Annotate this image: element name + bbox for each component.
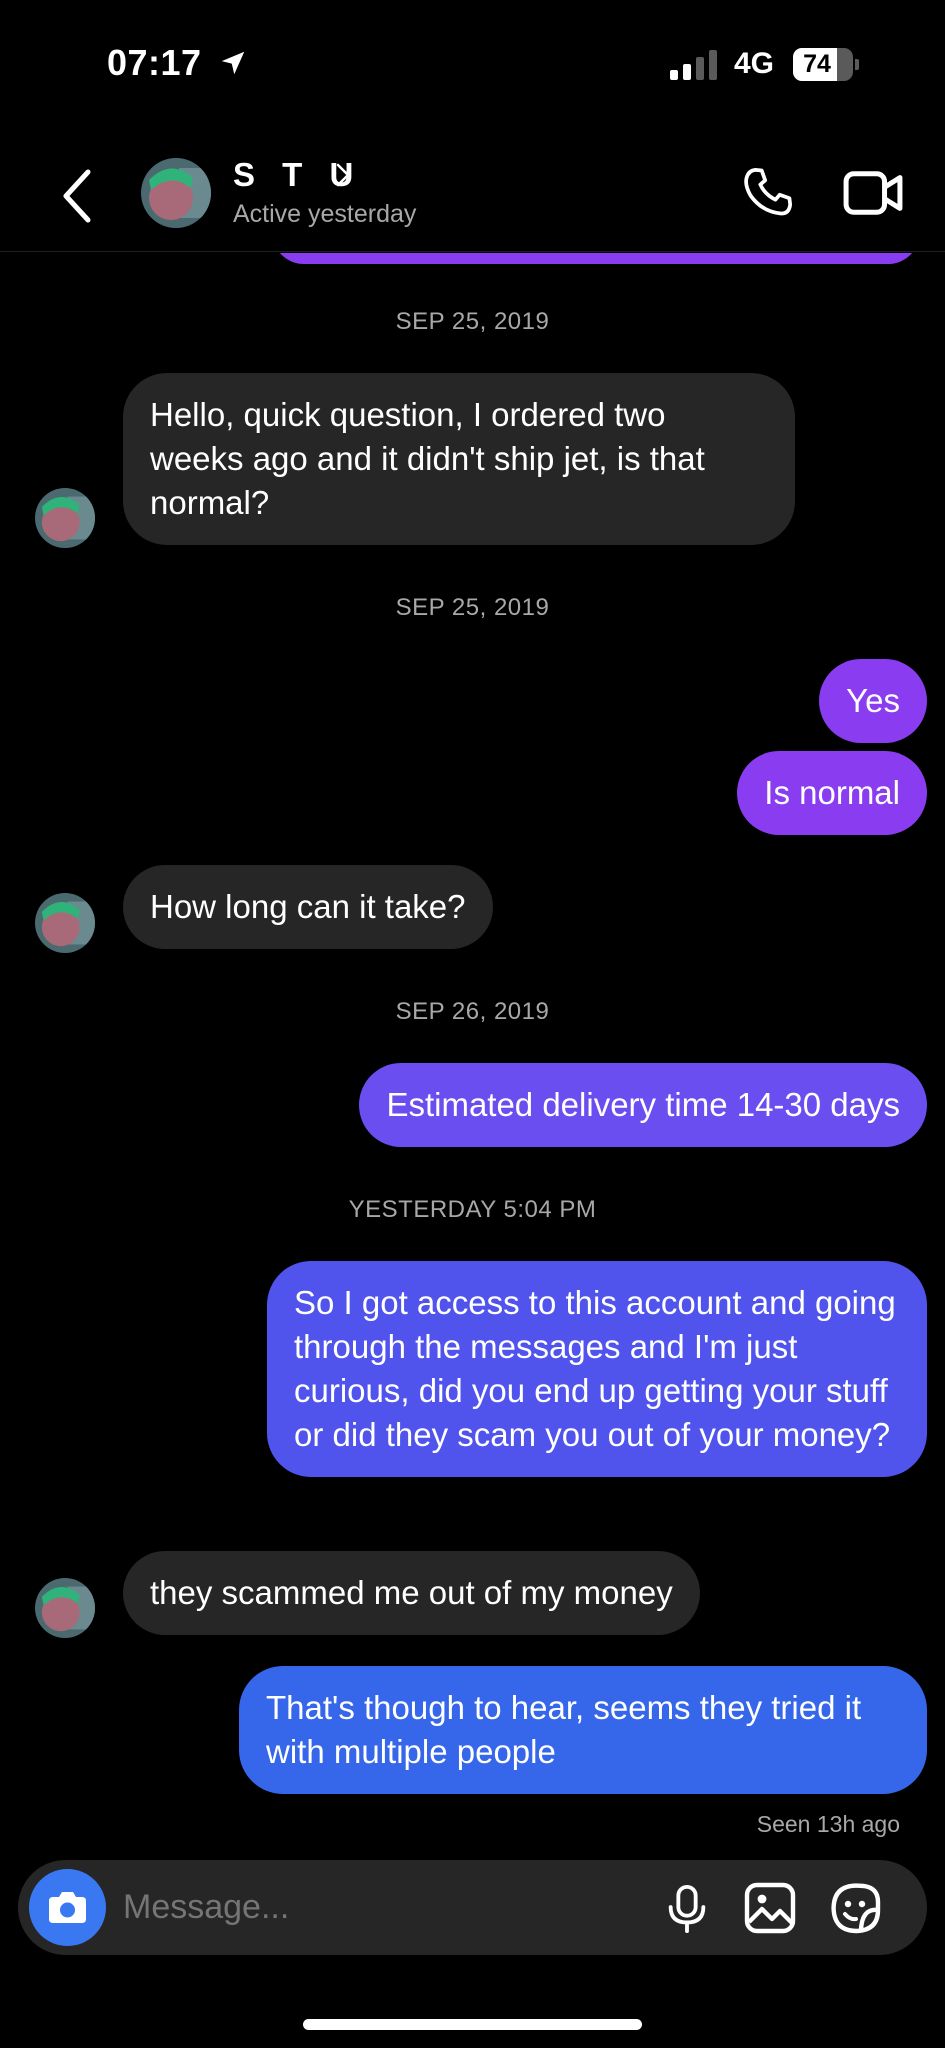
partial-message-bubble xyxy=(272,253,920,264)
microphone-icon[interactable] xyxy=(663,1884,711,1934)
outgoing-message[interactable]: That's though to hear, seems they tried … xyxy=(239,1666,927,1794)
network-type: 4G xyxy=(734,47,775,80)
date-separator: SEP 25, 2019 xyxy=(395,594,550,621)
incoming-message[interactable]: they scammed me out of my money xyxy=(123,1551,700,1635)
sender-avatar xyxy=(35,1578,95,1638)
phone-icon[interactable] xyxy=(740,164,796,220)
message-input[interactable] xyxy=(123,1860,543,1955)
incoming-message[interactable]: How long can it take? xyxy=(123,865,493,949)
battery-level: 74 xyxy=(803,50,831,78)
outgoing-message[interactable]: Yes xyxy=(819,659,927,743)
date-separator: SEP 25, 2019 xyxy=(395,308,550,335)
chat-header: S T U Active yesterday xyxy=(0,140,945,252)
gallery-icon[interactable] xyxy=(744,1882,796,1934)
sender-avatar xyxy=(35,893,95,953)
status-bar: 07:17 4G 74 xyxy=(0,0,945,130)
status-time: 07:17 xyxy=(107,42,202,83)
video-camera-icon[interactable] xyxy=(842,168,904,218)
camera-button[interactable] xyxy=(29,1869,106,1946)
message-composer xyxy=(18,1860,927,1955)
back-chevron-icon[interactable] xyxy=(58,166,98,226)
camera-icon xyxy=(49,1892,86,1923)
outgoing-message[interactable]: Estimated delivery time 14-30 days xyxy=(359,1063,927,1147)
battery-indicator: 74 xyxy=(793,48,859,81)
message-list[interactable]: SEP 25, 2019 Hello, quick question, I or… xyxy=(0,253,945,1858)
outgoing-message[interactable]: Is normal xyxy=(737,751,927,835)
signal-icon xyxy=(670,50,717,80)
sticker-icon[interactable] xyxy=(830,1882,882,1934)
location-arrow-icon xyxy=(221,51,245,75)
chevron-right-icon[interactable] xyxy=(335,162,351,188)
seen-status: Seen 13h ago xyxy=(756,1811,900,1837)
incoming-message[interactable]: Hello, quick question, I ordered two wee… xyxy=(123,373,795,545)
active-status: Active yesterday xyxy=(233,200,417,228)
outgoing-message[interactable]: So I got access to this account and goin… xyxy=(267,1261,927,1477)
contact-avatar[interactable] xyxy=(141,158,211,228)
date-separator: YESTERDAY 5:04 PM xyxy=(348,1196,597,1223)
sender-avatar xyxy=(35,488,95,548)
home-indicator xyxy=(303,2019,642,2030)
date-separator: SEP 26, 2019 xyxy=(395,998,550,1025)
